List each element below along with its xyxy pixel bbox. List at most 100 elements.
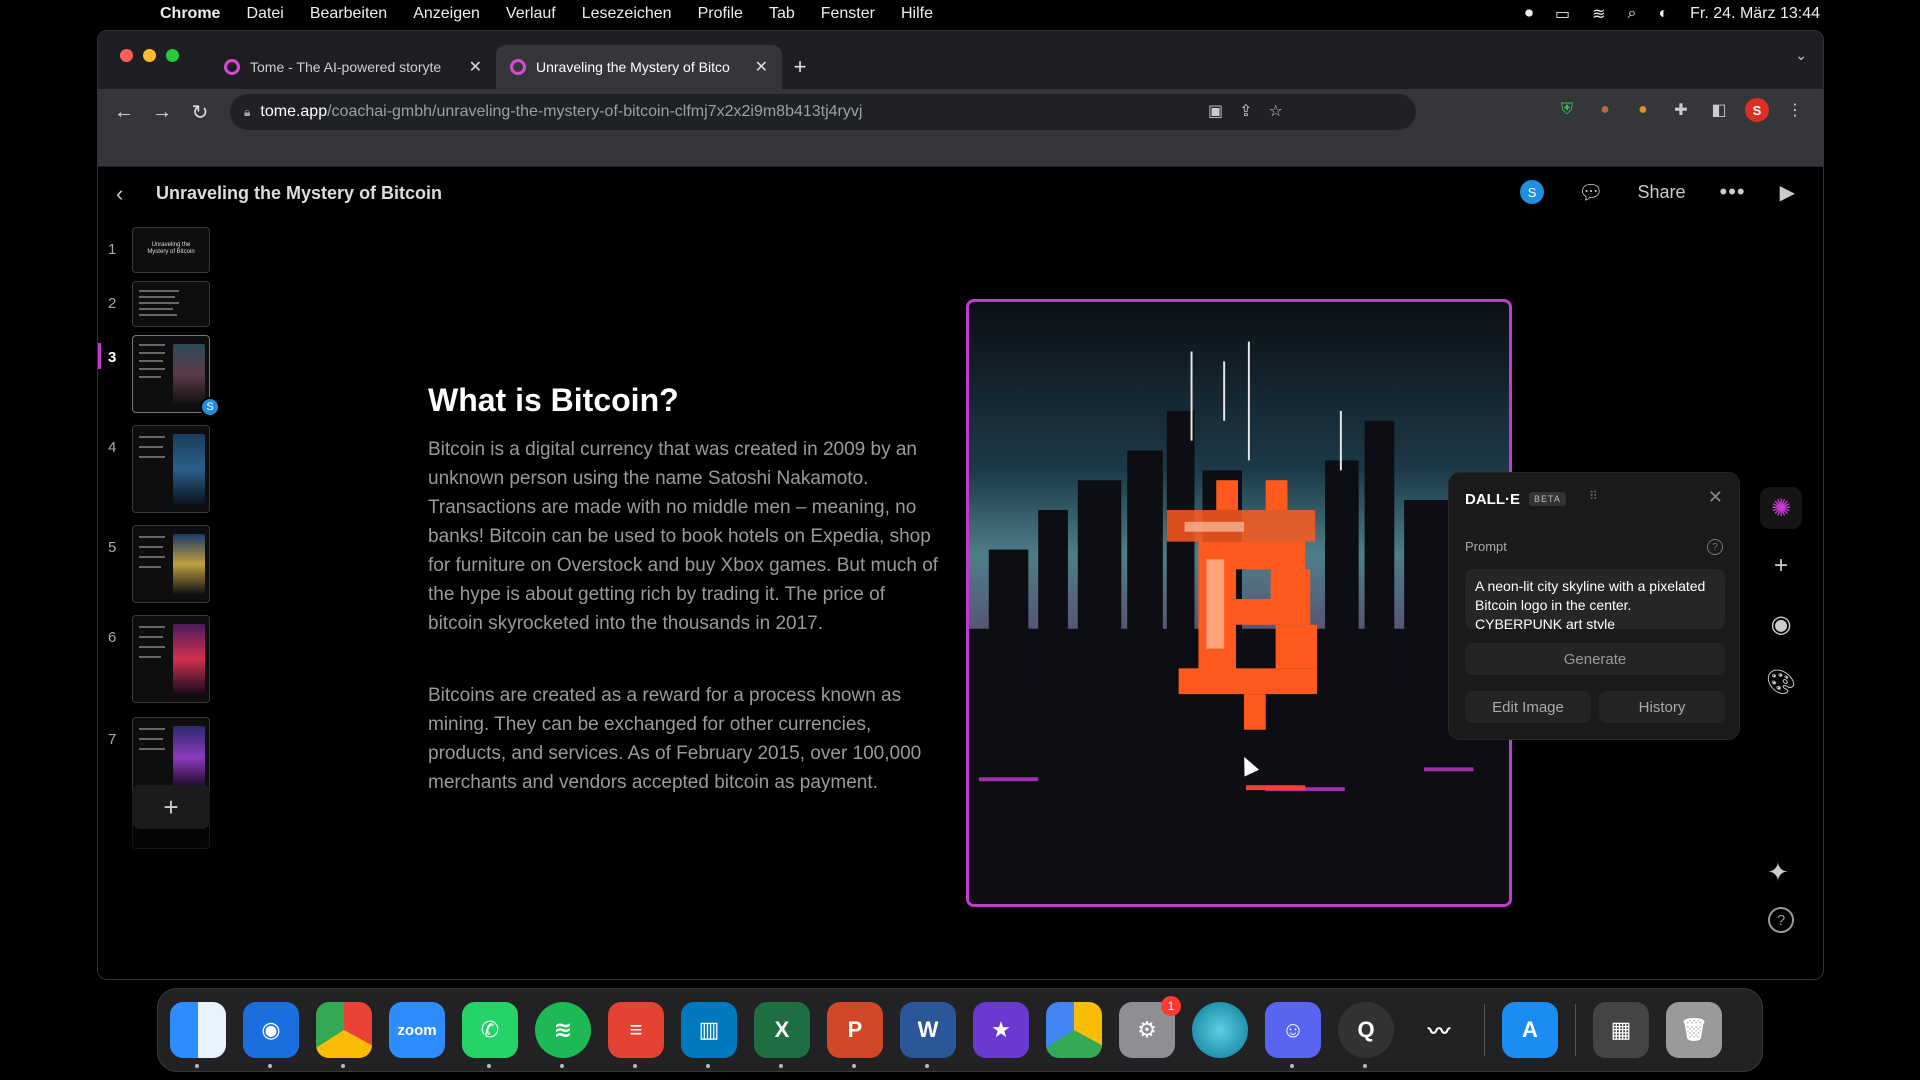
collaborator-avatar[interactable]: S	[1520, 180, 1545, 204]
back-chevron-icon[interactable]: ‹	[116, 181, 123, 207]
menu-profile[interactable]: Profile	[698, 5, 743, 23]
record-icon[interactable]: ⏺	[1525, 5, 1533, 23]
dock-system-settings-icon[interactable]: ⚙ 1	[1119, 996, 1181, 1058]
document-title[interactable]: Unraveling the Mystery of Bitcoin	[156, 183, 442, 204]
wifi-icon[interactable]: ≋	[1592, 4, 1605, 24]
bookmark-star-icon[interactable]: ☆	[1269, 101, 1283, 121]
lock-icon[interactable]: 🔒︎	[244, 105, 250, 120]
menu-fenster[interactable]: Fenster	[821, 5, 875, 23]
zoom-window-button[interactable]	[166, 49, 179, 62]
tab-close-icon[interactable]: ✕	[755, 57, 768, 77]
help-icon[interactable]: ?	[1768, 907, 1794, 933]
dock-todoist-icon[interactable]: ≡	[608, 1002, 664, 1068]
dock-safari-icon[interactable]: ◉	[243, 1002, 299, 1068]
slide-paragraph-1[interactable]: Bitcoin is a digital currency that was c…	[428, 435, 940, 638]
side-panel-icon[interactable]: ◧	[1707, 98, 1731, 122]
menubar-datetime[interactable]: Fr. 24. März 13:44	[1690, 5, 1820, 23]
menu-bearbeiten[interactable]: Bearbeiten	[310, 5, 387, 23]
tool-rail: ✺ + ◉ 🎨︎	[1756, 487, 1806, 719]
tab-tome-home[interactable]: Tome - The AI-powered storyte ✕	[210, 45, 496, 89]
dock-whatsapp-icon[interactable]: ✆	[462, 1002, 518, 1068]
menu-anzeigen[interactable]: Anzeigen	[413, 5, 480, 23]
thumbnail-slide-2[interactable]	[132, 281, 210, 327]
menu-tab[interactable]: Tab	[769, 5, 795, 23]
dock-chrome-icon[interactable]	[316, 1002, 372, 1068]
thumbnail-slide-3[interactable]	[132, 335, 210, 413]
address-bar-actions: ▣ ⇪ ☆	[1208, 101, 1283, 121]
tab-bitcoin-doc[interactable]: Unraveling the Mystery of Bitco ✕	[496, 45, 782, 89]
new-tab-button[interactable]: +	[782, 45, 818, 89]
close-window-button[interactable]	[120, 49, 133, 62]
back-arrow-icon[interactable]: ←	[108, 101, 140, 124]
menu-verlauf[interactable]: Verlauf	[506, 5, 556, 23]
dock-finder-icon[interactable]	[170, 1002, 226, 1068]
prompt-help-icon[interactable]: ?	[1707, 539, 1723, 555]
dock-app-store-icon[interactable]: A	[1502, 1002, 1558, 1058]
dock-trash-icon[interactable]: 🗑︎	[1666, 1002, 1722, 1058]
slide-heading[interactable]: What is Bitcoin?	[428, 382, 679, 419]
spotlight-search-icon[interactable]: ⌕	[1628, 5, 1637, 23]
minimize-window-button[interactable]	[143, 49, 156, 62]
dock-imovie-icon[interactable]: ★	[973, 1002, 1029, 1058]
more-options-icon[interactable]: •••	[1720, 179, 1746, 205]
tab-close-icon[interactable]: ✕	[469, 57, 482, 77]
menu-app-name[interactable]: Chrome	[160, 5, 220, 23]
thumbnail-slide-1[interactable]: Unraveling the Mystery of Bitcoin	[132, 227, 210, 273]
prompt-input[interactable]: A neon-lit city skyline with a pixelated…	[1465, 569, 1725, 629]
cookie-extension-icon[interactable]: ●	[1593, 98, 1617, 122]
thumbnail-number: 7	[108, 731, 117, 748]
cast-blocked-icon[interactable]: ▣	[1208, 101, 1223, 121]
dock-audio-recorder-icon[interactable]: 〰	[1411, 1002, 1467, 1058]
menu-hilfe[interactable]: Hilfe	[901, 5, 933, 23]
shield-extension-icon[interactable]: ⛨	[1555, 98, 1579, 122]
editor-header: ‹ Unraveling the Mystery of Bitcoin S 💬︎…	[98, 167, 1823, 223]
theme-palette-icon[interactable]: 🎨︎	[1760, 661, 1802, 703]
share-page-icon[interactable]: ⇪	[1239, 101, 1252, 121]
dock-excel-icon[interactable]: X	[754, 1002, 810, 1068]
present-play-icon[interactable]: ▶	[1780, 180, 1795, 205]
dock-word-icon[interactable]: W	[900, 1002, 956, 1068]
thumbnail-slide-6[interactable]	[132, 615, 210, 703]
tab-search-chevron-icon[interactable]: ⌄	[1795, 47, 1807, 64]
ai-sparkle-icon[interactable]: ✦	[1767, 857, 1789, 888]
dock-mirror-icon[interactable]	[1192, 1002, 1248, 1058]
dock-google-drive-icon[interactable]	[1046, 1002, 1102, 1058]
comment-icon[interactable]: 💬︎	[1578, 180, 1603, 205]
menu-lesezeichen[interactable]: Lesezeichen	[582, 5, 672, 23]
chrome-menu-icon[interactable]: ⋮	[1783, 98, 1807, 122]
slide-paragraph-2[interactable]: Bitcoins are created as a reward for a p…	[428, 681, 940, 797]
dock-zoom-icon[interactable]: zoom	[389, 1002, 445, 1058]
add-tile-icon[interactable]: +	[1760, 545, 1802, 587]
edit-image-button[interactable]: Edit Image	[1465, 691, 1591, 723]
battery-icon[interactable]: ▭	[1555, 4, 1570, 24]
url-path: /coachai-gmbh/unraveling-the-mystery-of-…	[327, 103, 863, 120]
generate-button[interactable]: Generate	[1465, 643, 1725, 675]
active-slide-indicator	[98, 343, 101, 369]
puzzle-extensions-icon[interactable]: ✚	[1669, 98, 1693, 122]
share-button[interactable]: Share	[1637, 182, 1685, 203]
history-button[interactable]: History	[1599, 691, 1725, 723]
dock-trello-icon[interactable]: ▥	[681, 1002, 737, 1068]
orange-extension-icon[interactable]: ●	[1631, 98, 1655, 122]
dock-screenshot-stack-icon[interactable]: ▦	[1593, 1002, 1649, 1058]
record-narration-icon[interactable]: ◉	[1760, 603, 1802, 645]
tome-editor: ‹ Unraveling the Mystery of Bitcoin S 💬︎…	[98, 167, 1823, 979]
dock-spotify-icon[interactable]: ≋	[535, 1002, 591, 1068]
profile-avatar[interactable]: S	[1745, 98, 1769, 122]
menu-datei[interactable]: Datei	[246, 5, 283, 23]
tab-label: Tome - The AI-powered storyte	[250, 59, 442, 75]
thumbnail-slide-5[interactable]	[132, 525, 210, 603]
thumbnail-slide-4[interactable]	[132, 425, 210, 513]
bitcoin-city-image[interactable]	[966, 299, 1512, 907]
close-icon[interactable]: ✕	[1708, 487, 1723, 508]
reload-icon[interactable]: ↻	[184, 100, 216, 125]
add-slide-button[interactable]: +	[132, 785, 210, 829]
drag-handle-icon[interactable]: ⠿	[1589, 489, 1599, 503]
dalle-panel: DALL·E BETA ⠿ ✕ Prompt ? A neon-lit city…	[1448, 472, 1740, 740]
forward-arrow-icon[interactable]: →	[146, 101, 178, 124]
openai-icon[interactable]: ✺	[1760, 487, 1802, 529]
control-center-icon[interactable]: ◐	[1658, 5, 1668, 23]
dock-powerpoint-icon[interactable]: P	[827, 1002, 883, 1068]
dock-discord-icon[interactable]: ☺	[1265, 1002, 1321, 1068]
dock-quicktime-icon[interactable]: Q	[1338, 1002, 1394, 1068]
